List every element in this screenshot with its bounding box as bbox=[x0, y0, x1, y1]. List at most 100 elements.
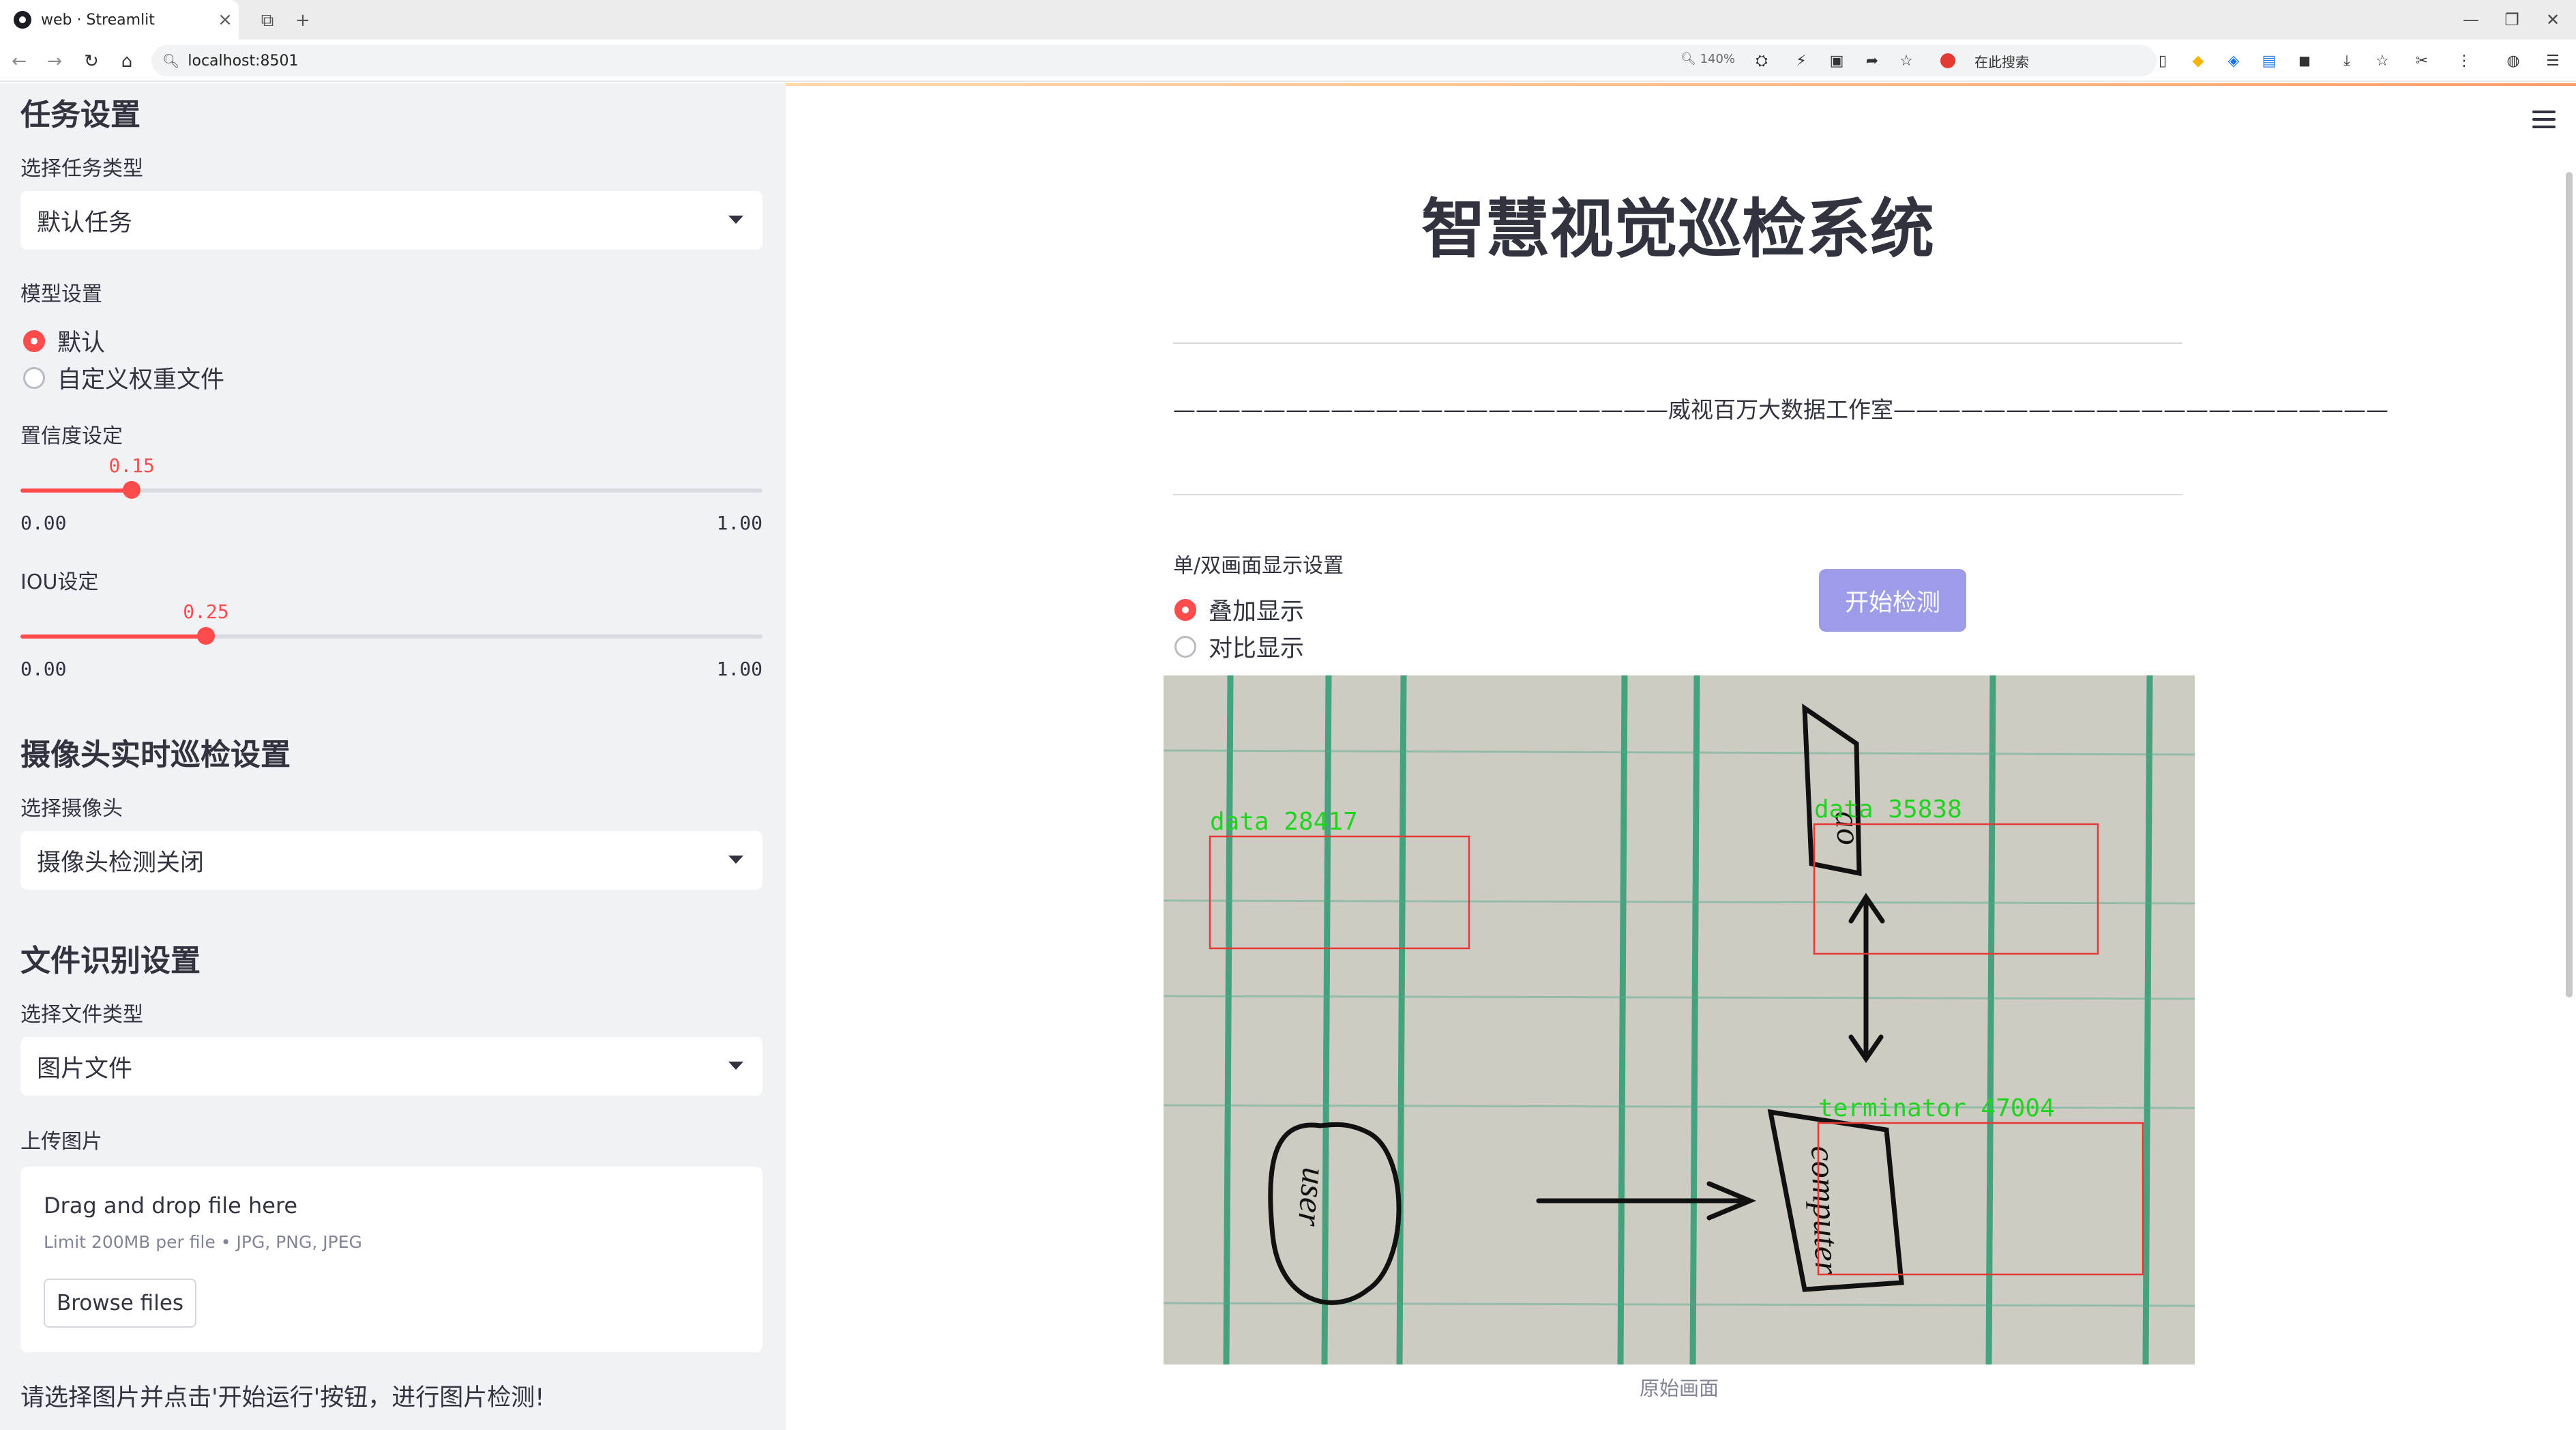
display-option-label: 对比显示 bbox=[1209, 635, 1305, 662]
browser-tab[interactable]: web · Streamlit × bbox=[0, 0, 239, 40]
iou-value: 0.25 bbox=[183, 600, 229, 623]
tab-groups-icon[interactable]: ⧉ bbox=[254, 7, 281, 34]
detection-label: data 28417 bbox=[1210, 808, 1358, 836]
avatar[interactable]: ◍ bbox=[2503, 50, 2523, 71]
limit-text: Limit 200MB per file • JPG, PNG, JPEG bbox=[44, 1232, 362, 1252]
window-close-icon[interactable]: ✕ bbox=[2532, 5, 2573, 34]
radio-unselected-icon bbox=[1174, 635, 1196, 658]
menu-icon[interactable]: ☰ bbox=[2543, 50, 2563, 71]
tab-title: web · Streamlit bbox=[41, 11, 155, 29]
iou-label: IOU设定 bbox=[20, 570, 99, 594]
screenshot-icon[interactable]: ▣ bbox=[1826, 50, 1847, 71]
detection-label: terminator 47004 bbox=[1818, 1094, 2055, 1122]
confidence-slider[interactable] bbox=[20, 481, 763, 499]
restore-icon[interactable]: ❐ bbox=[2491, 5, 2532, 34]
sidebar: 任务设置 选择任务类型 默认任务 模型设置 默认 自定义权重文件 置信度设定 0… bbox=[0, 83, 786, 1430]
iou-max: 1.00 bbox=[716, 658, 763, 680]
model-option-custom[interactable]: 自定义权重文件 bbox=[23, 360, 224, 395]
instruction-note: 请选择图片并点击'开始运行'按钮，进行图片检测! bbox=[20, 1384, 545, 1412]
close-icon[interactable]: × bbox=[211, 10, 239, 30]
chevron-down-icon bbox=[728, 216, 743, 224]
divider bbox=[1173, 494, 2182, 495]
browser-tab-bar: web · Streamlit × ⧉ + — ❐ ✕ bbox=[0, 0, 2576, 40]
confidence-value: 0.15 bbox=[108, 454, 155, 477]
start-detection-button[interactable]: 开始检测 bbox=[1819, 569, 1966, 632]
favorites-icon[interactable]: ☆ bbox=[2372, 50, 2393, 71]
bookmark-star-icon[interactable]: ☆ bbox=[1896, 50, 1916, 71]
model-option-label: 默认 bbox=[57, 330, 106, 357]
extension-3-icon[interactable]: ▤ bbox=[2259, 50, 2279, 71]
hamburger-menu-icon[interactable] bbox=[2532, 111, 2556, 130]
detection-label: data 35838 bbox=[1814, 796, 1962, 823]
more-icon[interactable]: ⋮ bbox=[2454, 50, 2474, 71]
confidence-max: 1.00 bbox=[716, 512, 763, 534]
download-icon[interactable]: ⤓ bbox=[2337, 50, 2357, 71]
search-icon: 🔍︎ bbox=[162, 53, 180, 69]
detection-image: ao user computer data 28417 data 35838 t… bbox=[1164, 675, 2195, 1365]
display-option-overlay[interactable]: 叠加显示 bbox=[1174, 592, 1304, 627]
back-icon[interactable]: ← bbox=[4, 46, 34, 76]
lightning-icon[interactable]: ⚡︎ bbox=[1791, 50, 1811, 71]
file-settings-heading: 文件识别设置 bbox=[20, 944, 201, 978]
confidence-label: 置信度设定 bbox=[20, 424, 123, 448]
slider-thumb[interactable] bbox=[197, 627, 215, 645]
image-caption: 原始画面 bbox=[1639, 1377, 1719, 1400]
file-type-value: 图片文件 bbox=[37, 1055, 133, 1083]
search-engine-icon bbox=[1940, 53, 1955, 68]
camera-select[interactable]: 摄像头检测关闭 bbox=[20, 831, 763, 890]
iou-slider[interactable] bbox=[20, 627, 763, 645]
model-option-default[interactable]: 默认 bbox=[23, 323, 105, 358]
status-bar bbox=[786, 83, 2576, 86]
radio-unselected-icon bbox=[23, 366, 45, 389]
model-settings-label: 模型设置 bbox=[20, 282, 102, 306]
reading-mode-icon[interactable]: ▯ bbox=[2152, 50, 2173, 71]
task-type-label: 选择任务类型 bbox=[20, 157, 143, 181]
translate-icon[interactable]: ⛭ bbox=[1751, 50, 1772, 71]
extension-4-icon[interactable]: ◼ bbox=[2294, 50, 2315, 71]
confidence-min: 0.00 bbox=[20, 512, 67, 534]
sketch-computer-text: computer bbox=[1804, 1145, 1847, 1275]
share-icon[interactable]: ➦ bbox=[1862, 50, 1882, 71]
file-uploader-dropzone[interactable]: Drag and drop file here Limit 200MB per … bbox=[20, 1167, 763, 1352]
radio-selected-icon bbox=[1174, 598, 1196, 621]
divider bbox=[1173, 342, 2182, 344]
streamlit-app: 任务设置 选择任务类型 默认任务 模型设置 默认 自定义权重文件 置信度设定 0… bbox=[0, 83, 2576, 1430]
page-title: 智慧视觉巡检系统 bbox=[1421, 192, 1934, 267]
task-type-select[interactable]: 默认任务 bbox=[20, 191, 763, 250]
camera-select-value: 摄像头检测关闭 bbox=[37, 849, 205, 877]
chevron-down-icon bbox=[728, 1062, 743, 1070]
display-mode-label: 单/双画面显示设置 bbox=[1173, 554, 1344, 578]
slider-thumb[interactable] bbox=[123, 481, 141, 499]
minimize-icon[interactable]: — bbox=[2451, 5, 2491, 34]
zoom-indicator[interactable]: 🔍︎ 140% bbox=[1681, 52, 1735, 66]
task-type-value: 默认任务 bbox=[37, 209, 133, 237]
browse-files-button[interactable]: Browse files bbox=[44, 1279, 196, 1328]
radio-selected-icon bbox=[23, 330, 45, 352]
extension-icon[interactable]: ◆ bbox=[2188, 50, 2208, 71]
extension-2-icon[interactable]: ◈ bbox=[2223, 50, 2244, 71]
chevron-down-icon bbox=[728, 856, 743, 864]
model-option-label: 自定义权重文件 bbox=[57, 366, 225, 394]
upload-label: 上传图片 bbox=[20, 1130, 102, 1154]
scrollbar[interactable] bbox=[2566, 172, 2573, 997]
display-option-compare[interactable]: 对比显示 bbox=[1174, 629, 1304, 664]
iou-min: 0.00 bbox=[20, 658, 67, 680]
browser-search-box[interactable]: 在此搜索 bbox=[1940, 50, 2125, 71]
forward-icon[interactable]: → bbox=[40, 46, 70, 76]
slider-fill bbox=[20, 634, 206, 639]
reload-icon[interactable]: ↻ bbox=[76, 46, 106, 76]
address-bar[interactable]: 🔍︎ localhost:8501 bbox=[151, 45, 2157, 76]
slider-fill bbox=[20, 488, 132, 493]
camera-settings-heading: 摄像头实时巡检设置 bbox=[20, 738, 291, 772]
studio-line: ——————————————————————威视百万大数据工作室————————… bbox=[1173, 396, 2388, 423]
new-tab-icon[interactable]: + bbox=[289, 7, 316, 34]
drop-text: Drag and drop file here bbox=[44, 1193, 298, 1219]
cut-icon[interactable]: ✂ bbox=[2412, 50, 2432, 71]
browser-toolbar: ← → ↻ ⌂ 🔍︎ localhost:8501 🔍︎ 140% ⛭ ⚡︎ ▣… bbox=[0, 40, 2576, 82]
camera-select-label: 选择摄像头 bbox=[20, 797, 123, 821]
display-option-label: 叠加显示 bbox=[1209, 598, 1305, 626]
sketch-user-text: user bbox=[1290, 1166, 1333, 1228]
home-icon[interactable]: ⌂ bbox=[112, 46, 142, 76]
streamlit-favicon-icon bbox=[14, 11, 31, 29]
file-type-select[interactable]: 图片文件 bbox=[20, 1037, 763, 1096]
